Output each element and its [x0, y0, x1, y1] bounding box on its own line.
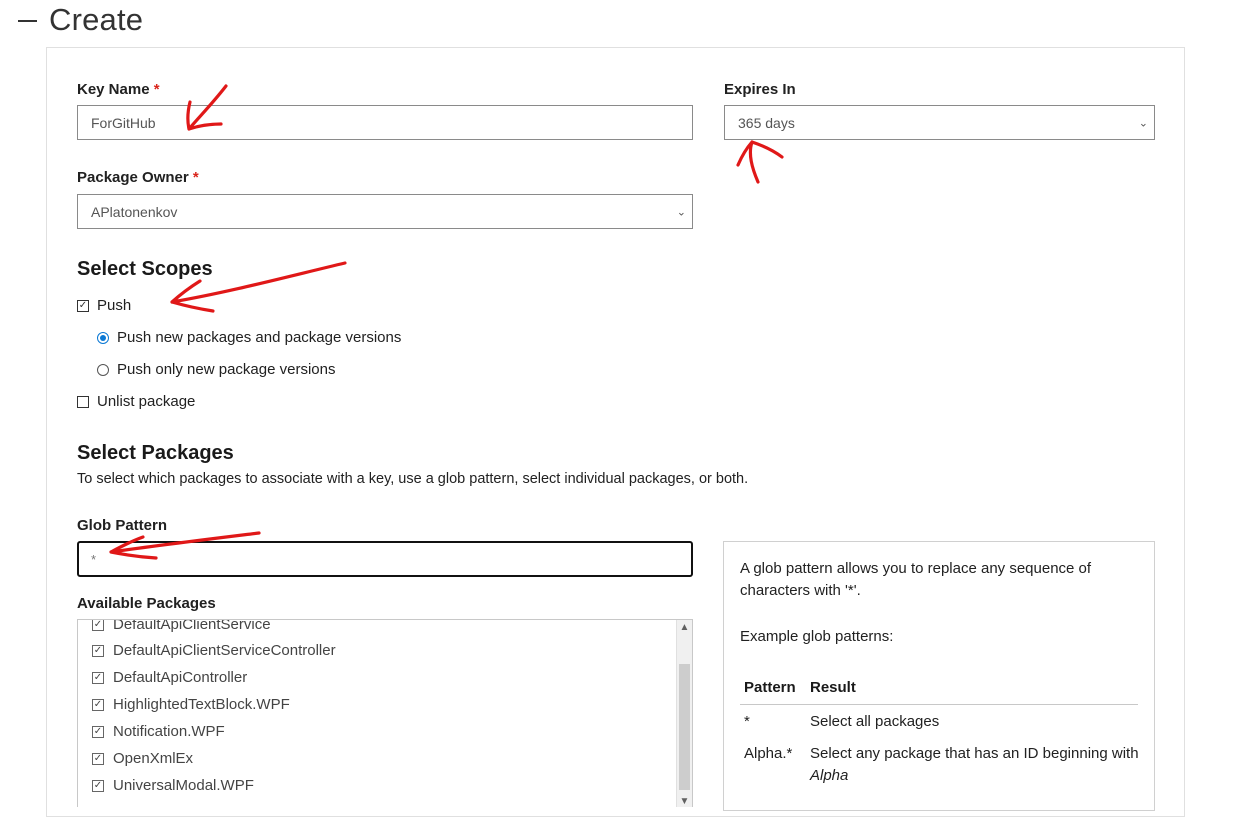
push-option-new-packages[interactable]: Push new packages and package versions [97, 329, 401, 346]
glob-help-intro: A glob pattern allows you to replace any… [740, 560, 1092, 599]
page-title: Create [49, 2, 144, 37]
push-new-versions-label: Push only new package versions [117, 361, 336, 378]
scrollbar-thumb[interactable] [679, 664, 690, 790]
package-checkbox[interactable]: ✓ [92, 671, 104, 684]
table-divider [740, 704, 1138, 705]
package-checkbox[interactable]: ✓ [92, 698, 104, 711]
package-owner-select[interactable]: APlatonenkov ⌄ [77, 194, 693, 229]
package-owner-label-text: Package Owner [77, 169, 189, 186]
unlist-checkbox[interactable] [77, 395, 89, 408]
push-checkbox[interactable]: ✓ [77, 299, 89, 312]
example-result: Select any package that has an ID beginn… [810, 743, 1140, 787]
unlist-label: Unlist package [97, 393, 196, 410]
package-item[interactable]: ✓ HighlightedTextBlock.WPF [92, 696, 290, 713]
scroll-up-arrow-icon[interactable]: ▲ [677, 622, 692, 633]
example-pattern: Alpha.* [744, 745, 793, 762]
collapse-dash-icon[interactable] [18, 20, 37, 22]
package-name: UniversalModal.WPF [113, 777, 254, 794]
glob-pattern-label: Glob Pattern [77, 517, 168, 534]
package-checkbox[interactable]: ✓ [92, 644, 104, 657]
push-option-new-versions[interactable]: Push only new package versions [97, 361, 335, 378]
package-item[interactable]: ✓ DefaultApiController [92, 669, 247, 686]
glob-help-examples-label: Example glob patterns: [740, 628, 894, 645]
package-name: OpenXmlEx [113, 750, 194, 767]
package-checkbox[interactable]: ✓ [92, 752, 104, 765]
package-item[interactable]: ✓ OpenXmlEx [92, 750, 193, 767]
package-item[interactable]: ✓ Notification.WPF [92, 723, 225, 740]
scroll-down-arrow-icon[interactable]: ▼ [677, 796, 692, 807]
chevron-down-icon: ⌄ [676, 206, 686, 218]
example-pattern: * [744, 713, 750, 730]
package-name: DefaultApiClientService [113, 619, 271, 633]
push-new-packages-radio[interactable] [97, 331, 109, 344]
push-label: Push [97, 297, 132, 314]
required-mark: * [153, 81, 160, 98]
chevron-down-icon: ⌄ [1138, 117, 1148, 129]
example-result-text: Select any package that has an ID beginn… [810, 745, 1139, 762]
package-checkbox[interactable]: ✓ [92, 725, 104, 738]
push-scope-checkbox-row[interactable]: ✓ Push [77, 297, 131, 314]
expires-in-value: 365 days [738, 114, 795, 131]
package-item[interactable]: ✓ DefaultApiClientServiceController [92, 642, 336, 659]
select-scopes-heading: Select Scopes [77, 258, 213, 280]
package-item[interactable]: ✓ DefaultApiClientService [92, 619, 271, 633]
glob-pattern-input[interactable]: * [77, 541, 693, 577]
key-name-value: ForGitHub [91, 114, 156, 131]
available-packages-label: Available Packages [77, 595, 216, 612]
key-name-input[interactable]: ForGitHub [77, 105, 693, 140]
key-name-label-text: Key Name [77, 81, 150, 98]
example-result-emphasis: Alpha [810, 767, 849, 784]
col-pattern-header: Pattern [744, 679, 796, 696]
package-name: DefaultApiClientServiceController [113, 642, 336, 659]
required-mark: * [192, 169, 199, 186]
package-owner-label: Package Owner * [77, 169, 199, 186]
expires-in-label: Expires In [724, 81, 796, 98]
select-packages-heading: Select Packages [77, 442, 234, 464]
example-result: Select all packages [810, 713, 940, 730]
push-new-versions-radio[interactable] [97, 363, 109, 376]
package-name: HighlightedTextBlock.WPF [113, 696, 290, 713]
glob-pattern-value: * [91, 551, 97, 567]
glob-help-box: A glob pattern allows you to replace any… [723, 541, 1155, 811]
package-name: Notification.WPF [113, 723, 225, 740]
select-packages-description: To select which packages to associate wi… [77, 471, 749, 487]
package-owner-value: APlatonenkov [91, 203, 178, 220]
package-checkbox[interactable]: ✓ [92, 620, 104, 631]
key-name-label: Key Name * [77, 81, 160, 98]
package-list-scrollbar[interactable]: ▲ ▼ [676, 620, 692, 807]
unlist-scope-checkbox-row[interactable]: Unlist package [77, 393, 195, 410]
package-name: DefaultApiController [113, 669, 248, 686]
available-packages-list[interactable]: ✓ DefaultApiClientService ✓ DefaultApiCl… [77, 619, 693, 807]
page-header: Create [18, 0, 143, 40]
col-result-header: Result [810, 679, 856, 696]
package-checkbox[interactable]: ✓ [92, 779, 104, 792]
package-item[interactable]: ✓ UniversalModal.WPF [92, 777, 254, 794]
push-new-packages-label: Push new packages and package versions [117, 329, 402, 346]
expires-in-select[interactable]: 365 days ⌄ [724, 105, 1155, 140]
